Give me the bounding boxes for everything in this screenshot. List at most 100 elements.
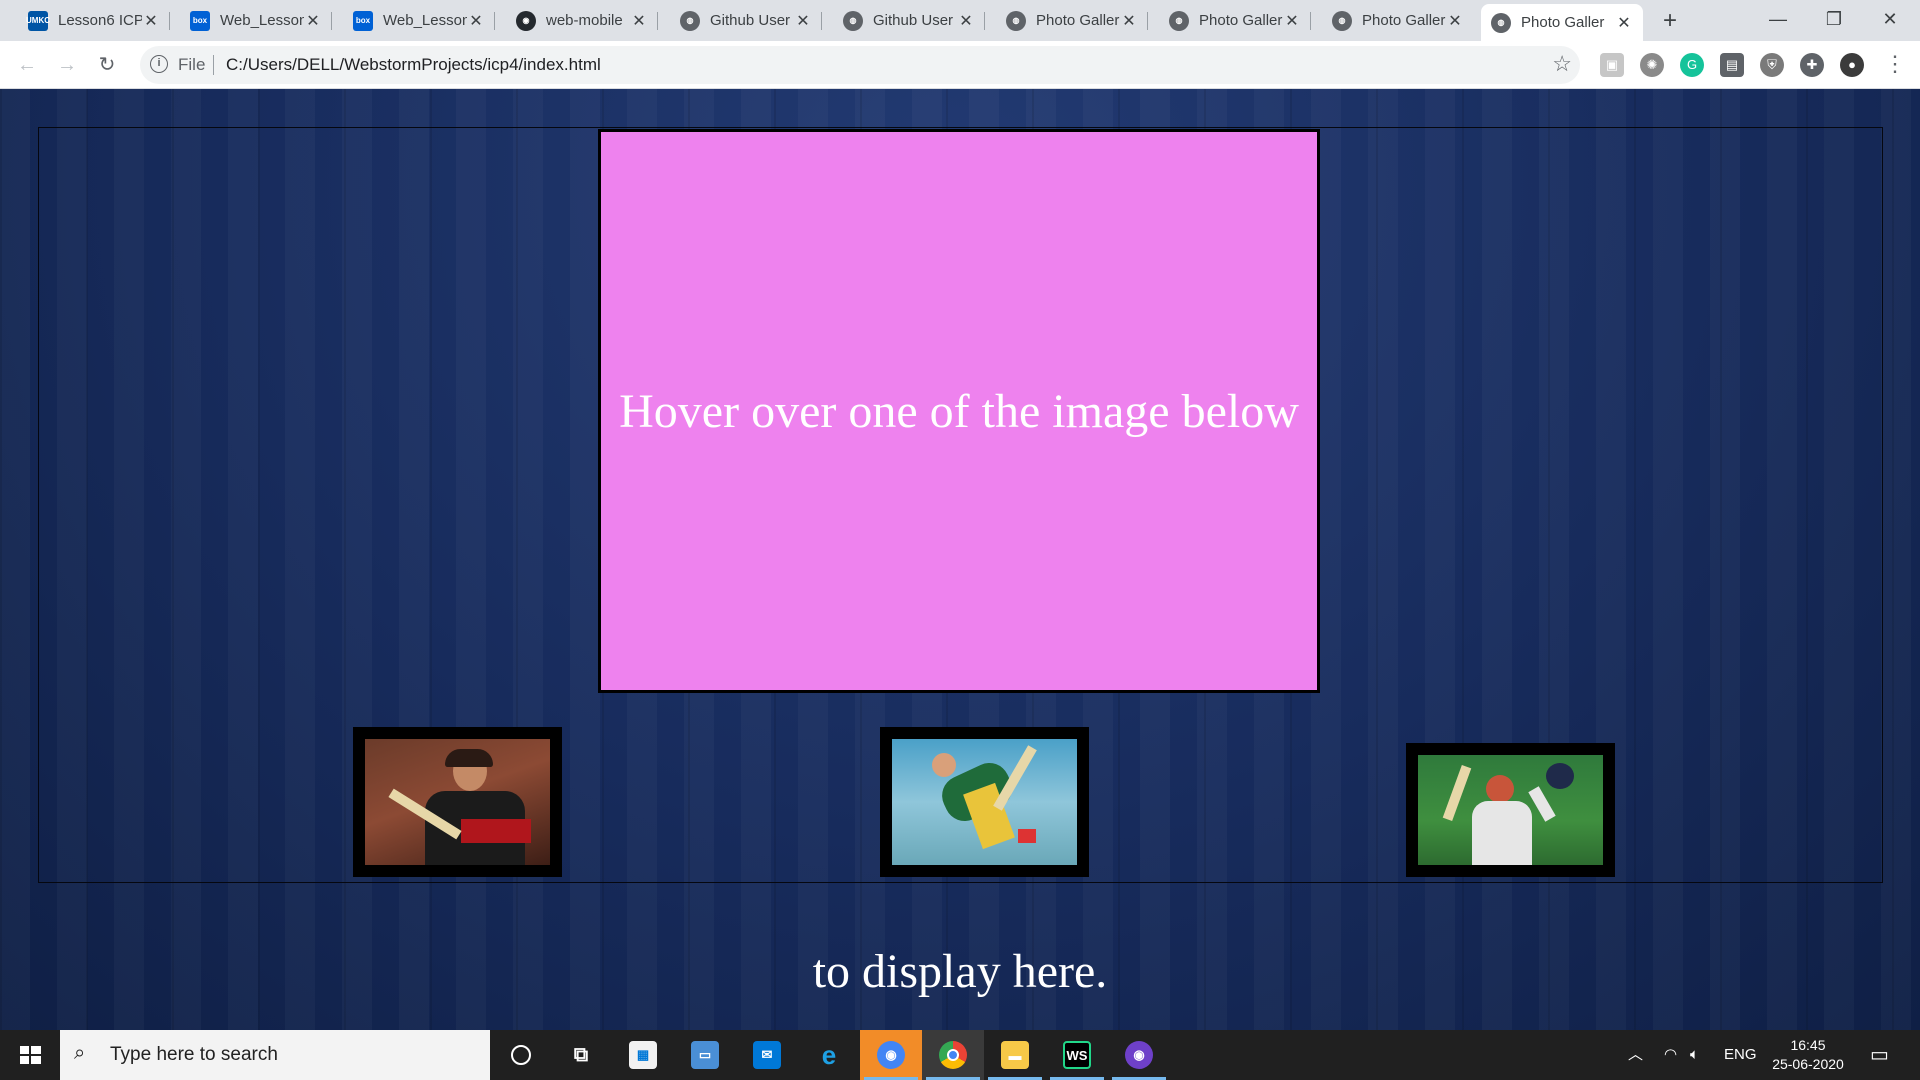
folder-icon: ▬ [1001, 1041, 1029, 1069]
task-view-button[interactable]: ⧉ [550, 1030, 612, 1080]
tab-separator [657, 12, 658, 30]
taskbar-chrome[interactable] [922, 1030, 984, 1080]
tab-title: Photo Galler [1036, 12, 1120, 29]
taskbar-github-desktop[interactable]: ◉ [1108, 1030, 1170, 1080]
footer-caption: to display here. [812, 945, 1108, 998]
tab-separator [1310, 12, 1311, 30]
back-button[interactable]: ← [12, 50, 42, 80]
info-icon[interactable]: i [150, 55, 168, 73]
tab-separator [331, 12, 332, 30]
extension-globe-icon[interactable]: ✺ [1640, 53, 1664, 77]
grammarly-icon[interactable]: G [1680, 53, 1704, 77]
tab-photo-gallery-3[interactable]: ◍ Photo Galler ✕ [1322, 0, 1474, 41]
language-indicator[interactable]: ENG [1724, 1030, 1757, 1080]
cortana-circle-icon [511, 1045, 531, 1065]
profile-avatar[interactable]: ● [1840, 53, 1864, 77]
restore-button[interactable]: ❐ [1806, 0, 1862, 41]
globe-icon: ◍ [680, 10, 700, 31]
network-icon[interactable]: ◠ [1664, 1030, 1677, 1080]
tab-github-user-1[interactable]: ◍ Github User ✕ [670, 0, 822, 41]
windows-taskbar: ⌕ Type here to search ⧉ ▦ ▭ ✉ e ◉ ▬ WS ◉… [0, 1030, 1920, 1080]
close-icon[interactable]: ✕ [304, 11, 322, 31]
cricketer-photo-2 [892, 739, 1077, 865]
close-icon[interactable]: ✕ [142, 11, 160, 31]
forward-button[interactable]: → [52, 50, 82, 80]
extension-reader-icon[interactable]: ▣ [1600, 53, 1624, 77]
address-bar[interactable]: i File C:/Users/DELL/WebstormProjects/ic… [140, 46, 1580, 84]
thumbnail-cricketer-3[interactable] [1406, 743, 1615, 877]
tab-photo-gallery-1[interactable]: ◍ Photo Galler ✕ [996, 0, 1148, 41]
taskbar-webstorm[interactable]: WS [1046, 1030, 1108, 1080]
taskbar-store[interactable]: ▦ [612, 1030, 674, 1080]
tab-title: Photo Galler [1199, 12, 1283, 29]
tab-github-user-2[interactable]: ◍ Github User ✕ [833, 0, 985, 41]
page-body: Hover over one of the image below to dis… [0, 89, 1920, 1030]
tab-photo-gallery-active[interactable]: ◍ Photo Galler ✕ [1481, 4, 1643, 41]
chrome-icon: ◉ [877, 1041, 905, 1069]
taskbar-internet-explorer[interactable]: e [798, 1030, 860, 1080]
cricketer-photo-3 [1418, 755, 1603, 865]
close-icon[interactable]: ✕ [957, 11, 975, 31]
cortana-button[interactable] [490, 1030, 552, 1080]
close-icon[interactable]: ✕ [794, 11, 812, 31]
tab-lesson6[interactable]: UMKC Lesson6 ICP ✕ [18, 0, 170, 41]
preview-text: Hover over one of the image below [619, 384, 1299, 438]
taskbar-mail[interactable]: ✉ [736, 1030, 798, 1080]
cricketer-photo-1 [365, 739, 550, 865]
extension-pdf-icon[interactable]: ▤ [1720, 53, 1744, 77]
bookmark-star-icon[interactable]: ☆ [1552, 51, 1572, 77]
tab-separator [494, 12, 495, 30]
close-icon[interactable]: ✕ [467, 11, 485, 31]
shield-icon[interactable]: ⛨ [1760, 53, 1784, 77]
extensions-puzzle-icon[interactable]: ✚ [1800, 53, 1824, 77]
clock-date: 25-06-2020 [1772, 1056, 1844, 1072]
url-text[interactable]: C:/Users/DELL/WebstormProjects/icp4/inde… [226, 55, 601, 75]
close-icon[interactable]: ✕ [1446, 11, 1464, 31]
github-icon: ◉ [516, 10, 536, 31]
clock[interactable]: 16:45 25-06-2020 [1766, 1036, 1850, 1074]
tab-web-lesson-1[interactable]: box Web_Lesson ✕ [180, 0, 332, 41]
globe-icon: ◍ [1332, 10, 1352, 31]
start-button[interactable] [0, 1030, 60, 1080]
taskbar-computer[interactable]: ▭ [674, 1030, 736, 1080]
tab-web-lesson-2[interactable]: box Web_Lesson ✕ [343, 0, 495, 41]
tab-title: Github User [873, 12, 954, 29]
close-icon[interactable]: ✕ [1283, 11, 1301, 31]
reload-button[interactable]: ↻ [92, 50, 122, 80]
close-icon[interactable]: ✕ [1120, 11, 1138, 31]
computer-icon: ▭ [691, 1041, 719, 1069]
thumbnail-cricketer-2[interactable] [880, 727, 1089, 877]
tab-photo-gallery-2[interactable]: ◍ Photo Galler ✕ [1159, 0, 1311, 41]
taskbar-file-explorer[interactable]: ▬ [984, 1030, 1046, 1080]
tab-separator [1147, 12, 1148, 30]
minimize-button[interactable]: — [1750, 0, 1806, 41]
tab-title: web-mobile [546, 12, 623, 29]
windows-logo-icon [20, 1046, 41, 1064]
globe-icon: ◍ [1006, 10, 1026, 31]
scheme-label: File [178, 55, 206, 74]
taskbar-chrome-beta[interactable]: ◉ [860, 1030, 922, 1080]
tab-title: Web_Lesson [220, 12, 304, 29]
search-icon: ⌕ [74, 1042, 86, 1064]
thumbnail-cricketer-1[interactable] [353, 727, 562, 877]
close-icon[interactable]: ✕ [1615, 13, 1633, 33]
tray-chevron-up-icon[interactable]: ︿ [1628, 1030, 1643, 1080]
task-view-icon: ⧉ [573, 1043, 589, 1066]
webstorm-icon: WS [1063, 1041, 1091, 1069]
globe-icon: ◍ [1491, 12, 1511, 33]
browser-toolbar: ← → ↻ i File C:/Users/DELL/WebstormProje… [0, 41, 1920, 89]
taskbar-search-box[interactable]: ⌕ Type here to search [60, 1030, 490, 1080]
new-tab-button[interactable]: + [1655, 6, 1685, 36]
tab-title: Lesson6 ICP [58, 12, 142, 29]
close-icon[interactable]: ✕ [630, 11, 648, 31]
tab-separator [821, 12, 822, 30]
close-window-button[interactable]: ✕ [1862, 0, 1918, 41]
volume-icon[interactable]: 🔈︎ [1690, 1030, 1699, 1080]
tab-title: Github User [710, 12, 791, 29]
clock-time: 16:45 [1790, 1037, 1826, 1053]
notifications-icon[interactable]: ▭ [1870, 1030, 1889, 1080]
tab-title: Photo Galler [1521, 14, 1605, 31]
tab-web-mobile[interactable]: ◉ web-mobile ✕ [506, 0, 658, 41]
box-icon: box [353, 10, 373, 31]
menu-dots-icon[interactable]: ⋮ [1884, 51, 1906, 77]
